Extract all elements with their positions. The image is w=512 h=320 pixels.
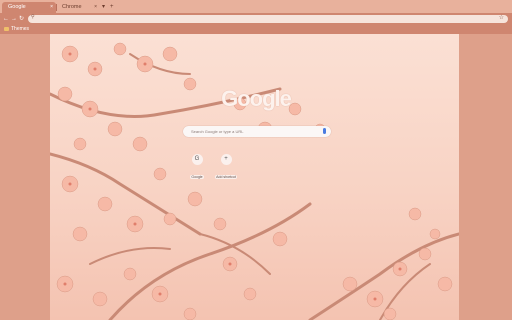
shortcut-label: Add shortcut [215,175,237,179]
forward-icon[interactable]: → [11,13,17,25]
google-logo: Google [221,86,292,111]
address-bar[interactable]: ⚲ ☆ [28,14,508,23]
add-shortcut-button[interactable]: + Add shortcut [211,154,241,183]
shortcut-label: Google [190,175,204,179]
tab-chrome[interactable]: Chrome × [56,2,100,13]
search-box[interactable]: Search Google or type a URL [183,126,331,137]
tab-menu-icon[interactable]: ▾ [102,2,105,13]
microphone-icon[interactable] [323,128,326,134]
close-tab-icon[interactable]: × [94,2,97,13]
toolbar: ← → ↻ ⚲ ☆ [0,13,512,25]
search-icon: ⚲ [31,14,35,20]
google-shortcut-icon: G [191,154,203,165]
close-tab-icon[interactable]: × [50,2,53,13]
tab-label: Chrome [62,4,82,10]
tab-label: Google [8,4,26,10]
bookmark-themes[interactable]: Themes [4,25,29,34]
new-tab-button[interactable]: + [110,2,114,13]
bookmark-label: Themes [11,26,30,32]
folder-icon [4,26,9,31]
bookmarks-bar: Themes [0,25,512,34]
shortcut-google[interactable]: G Google [182,154,212,183]
tab-strip: Google × Chrome × ▾ + [0,0,512,13]
new-tab-page [50,34,459,320]
reload-icon[interactable]: ↻ [19,13,24,25]
cherry-blossom-artwork [50,42,459,320]
back-icon[interactable]: ← [3,13,9,25]
search-placeholder: Search Google or type a URL [191,129,244,134]
plus-icon: + [220,154,232,165]
tab-google[interactable]: Google × [2,2,56,13]
bookmark-star-icon[interactable]: ☆ [499,14,504,21]
